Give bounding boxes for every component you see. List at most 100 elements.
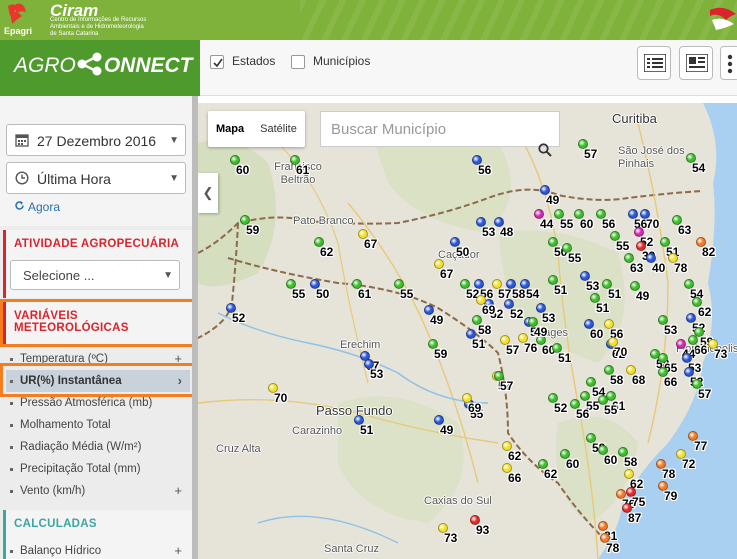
variable-temperatura[interactable]: Temperatura (ºC) + — [6, 348, 190, 370]
city-label: Santa Cruz — [324, 543, 380, 555]
map-type-satelite[interactable]: Satélite — [252, 111, 305, 147]
list-view-button[interactable] — [637, 46, 671, 80]
station-value: 49 — [636, 289, 650, 303]
app-root: Epagri Ciram Centro de Informações de Re… — [0, 0, 737, 559]
more-options-button[interactable] — [720, 46, 737, 80]
chevron-down-icon: ▼ — [163, 270, 173, 281]
station-value: 76 — [524, 341, 538, 355]
newspaper-button[interactable] — [679, 46, 713, 80]
station-value: 55 — [292, 287, 306, 301]
calc-balanco-hidrico[interactable]: Balanço Hídrico + — [6, 540, 190, 559]
station-value: 58 — [624, 455, 638, 469]
variable-ur-instantanea[interactable]: UR(%) Instantânea › — [6, 370, 190, 392]
station-value: 57 — [500, 379, 514, 393]
city-label: Pato Branco — [293, 215, 354, 227]
variable-radiacao[interactable]: Radiação Média (W/m²) — [6, 436, 190, 458]
variable-vento[interactable]: Vento (km/h) + — [6, 480, 190, 502]
time-select[interactable]: Última Hora ▼ — [6, 162, 186, 194]
station-value: 59 — [434, 347, 448, 361]
variable-molhamento[interactable]: Molhamento Total — [6, 414, 190, 436]
newspaper-icon — [686, 54, 708, 72]
station-value: 53 — [586, 279, 600, 293]
variable-label: Vento (km/h) — [20, 485, 86, 497]
station-value: 55 — [604, 403, 618, 417]
agora-link[interactable]: Agora — [14, 200, 60, 214]
city-label: Caxias do Sul — [424, 495, 492, 507]
variable-label: Precipitação Total (mm) — [20, 463, 141, 475]
variables-list: Temperatura (ºC) + UR(%) Instantânea › Pre… — [6, 348, 190, 502]
station-value: 93 — [476, 523, 490, 537]
station-value: 53 — [542, 311, 556, 325]
expand-icon[interactable]: + — [174, 480, 182, 502]
calendar-icon — [15, 134, 29, 147]
chevron-down-icon: ▼ — [169, 135, 179, 146]
station-value: 57 — [506, 343, 520, 357]
station-value: 51 — [472, 337, 486, 351]
atividade-title: ATIVIDADE AGROPECUÁRIA — [14, 238, 180, 250]
station-value: 70 — [274, 391, 288, 405]
station-value: 70 — [614, 345, 628, 359]
city-label: Carazinho — [292, 425, 343, 437]
chevron-down-icon: ▼ — [169, 173, 179, 184]
epagri-label: Epagri — [4, 26, 33, 36]
station-value: 60 — [236, 163, 250, 177]
station-value: 51 — [608, 287, 622, 301]
station-value: 55 — [400, 287, 414, 301]
station-value: 78 — [674, 261, 688, 275]
station-value: 48 — [500, 225, 514, 239]
map-type-control: Mapa Satélite — [208, 111, 305, 147]
station-value: 52 — [232, 311, 246, 325]
date-select[interactable]: 27 Dezembro 2016 ▼ — [6, 124, 186, 156]
station-value: 69 — [468, 401, 482, 415]
station-value: 53 — [482, 225, 496, 239]
station-value: 73 — [714, 347, 728, 361]
station-value: 54 — [692, 161, 706, 175]
expand-icon[interactable]: + — [174, 540, 182, 559]
search-icon[interactable] — [538, 143, 552, 157]
station-value: 70 — [646, 217, 660, 231]
station-value: 73 — [444, 531, 458, 545]
station-value: 51 — [360, 423, 374, 437]
station-value: 56 — [478, 163, 492, 177]
station-value: 55 — [560, 217, 574, 231]
station-value: 55 — [616, 239, 630, 253]
search-municipio-input[interactable]: Buscar Município — [320, 111, 560, 147]
station-value: 50 — [456, 245, 470, 259]
map-type-mapa[interactable]: Mapa — [208, 111, 252, 147]
time-value: Última Hora — [37, 171, 111, 187]
sidebar: 27 Dezembro 2016 ▼ Última Hora ▼ Agora A… — [0, 96, 192, 559]
vertical-dots-icon — [727, 54, 733, 74]
municipios-checkbox[interactable] — [291, 55, 305, 69]
variable-label: Temperatura (ºC) — [20, 353, 108, 365]
variable-precipitacao[interactable]: Precipitação Total (mm) — [6, 458, 190, 480]
station-value: 54 — [526, 287, 540, 301]
estados-label[interactable]: Estados — [232, 54, 275, 68]
collapse-sidebar-button[interactable]: ❮ — [198, 173, 218, 213]
station-value: 60 — [590, 327, 604, 341]
station-value: 49 — [546, 193, 560, 207]
station-value: 51 — [596, 301, 610, 315]
expand-icon[interactable]: + — [174, 348, 182, 370]
station-value: 63 — [630, 261, 644, 275]
variaveis-title: VARIÁVEIS METEOROLÓGICAS — [14, 310, 129, 334]
sc-flag-icon — [710, 7, 736, 30]
estados-checkbox[interactable] — [210, 55, 224, 69]
station-value: 61 — [358, 287, 372, 301]
station-value: 60 — [604, 453, 618, 467]
date-value: 27 Dezembro 2016 — [37, 133, 157, 149]
variaveis-title-line1: VARIÁVEIS — [14, 310, 78, 322]
city-label: Cruz Alta — [216, 443, 261, 455]
station-value: 56 — [576, 407, 590, 421]
atividade-select[interactable]: Selecione ... ▼ — [10, 260, 180, 290]
chevron-right-icon[interactable]: › — [178, 370, 182, 392]
variable-pressao[interactable]: Pressão Atmosférica (mb) — [6, 392, 190, 414]
station-value: 49 — [430, 313, 444, 327]
checkmark-icon — [213, 58, 223, 68]
top-banner: Epagri Ciram Centro de Informações de Re… — [0, 0, 737, 40]
variaveis-title-line2: METEOROLÓGICAS — [14, 322, 129, 334]
map-view[interactable]: Mapa Satélite Buscar Município ❮ Curitiba… — [198, 103, 737, 559]
calculadas-title: CALCULADAS — [14, 518, 97, 530]
calculadas-list: Balanço Hídrico + — [6, 540, 190, 559]
municipios-label[interactable]: Municípios — [313, 54, 370, 68]
brand-logo[interactable]: AGRO ONNECT — [14, 52, 193, 78]
